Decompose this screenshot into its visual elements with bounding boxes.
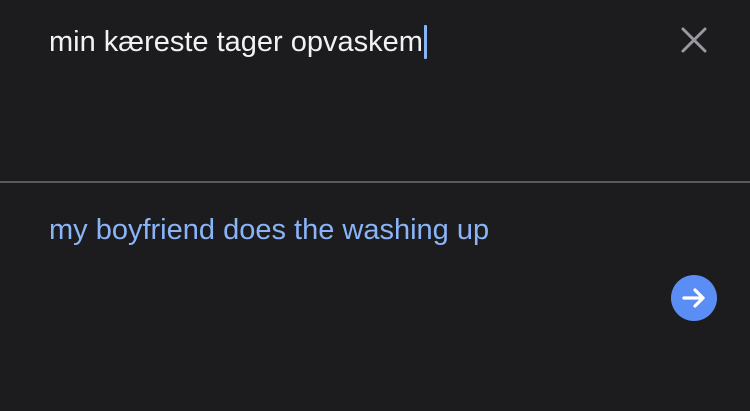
source-text-field[interactable]: min kæreste tager opvaskem [49, 24, 427, 60]
close-icon [681, 27, 707, 53]
translation-text: my boyfriend does the washing up [49, 214, 490, 246]
source-input-area[interactable]: min kæreste tager opvaskem [0, 0, 750, 181]
source-text: min kæreste tager opvaskem [49, 26, 423, 58]
divider [0, 181, 750, 183]
arrow-right-icon [682, 288, 705, 308]
go-button[interactable] [671, 275, 717, 321]
text-caret [423, 25, 427, 59]
clear-button[interactable] [674, 20, 714, 60]
